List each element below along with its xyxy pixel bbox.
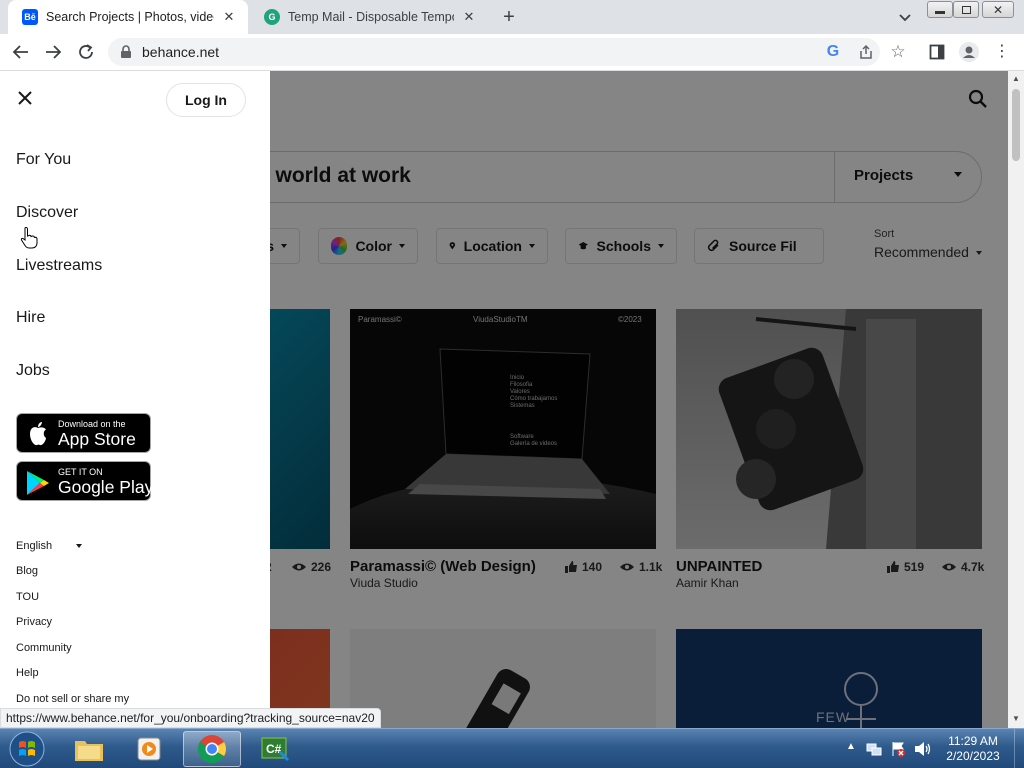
windows-logo-icon [9, 731, 45, 767]
taskbar-clock[interactable]: 11:29 AM 2/20/2023 [936, 734, 1010, 764]
folder-icon [75, 741, 103, 761]
bookmark-star-icon[interactable]: ☆ [887, 41, 909, 63]
csharp-icon: C# [261, 737, 290, 762]
side-panel-icon[interactable] [926, 41, 948, 63]
nav-item-jobs[interactable]: Jobs [16, 362, 50, 380]
tab-search-chevron-icon[interactable] [896, 8, 914, 26]
share-icon[interactable] [855, 41, 877, 63]
scrollbar-thumb[interactable] [1012, 89, 1020, 161]
tab-strip: Bē Search Projects | Photos, videos, l ✕… [0, 0, 1024, 34]
close-tab-icon[interactable]: ✕ [460, 8, 478, 26]
behance-favicon-icon: Bē [22, 9, 38, 25]
navigation-drawer: Log In For You Discover Livestreams Hire… [0, 71, 270, 728]
footer-link-blog[interactable]: Blog [16, 565, 38, 577]
show-hidden-icons-icon[interactable]: ▲ [846, 741, 856, 752]
restore-button[interactable] [953, 1, 979, 18]
url-text[interactable]: behance.net [142, 44, 219, 60]
tab-temp-mail[interactable]: G Temp Mail - Disposable Tempora ✕ [250, 0, 488, 34]
nav-item-for-you[interactable]: For You [16, 151, 71, 169]
app-store-small-text: Download on the [58, 419, 126, 429]
login-button[interactable]: Log In [166, 83, 246, 117]
nav-item-hire[interactable]: Hire [16, 309, 45, 327]
google-play-big-text: Google Play [58, 477, 154, 497]
close-tab-icon[interactable]: ✕ [220, 8, 238, 26]
chevron-down-icon[interactable] [76, 544, 82, 548]
apple-icon [30, 422, 46, 446]
start-button[interactable] [7, 731, 47, 767]
footer-link-do-not-sell[interactable]: Do not sell or share my [16, 693, 129, 705]
google-play-small-text: GET IT ON [58, 467, 103, 477]
browser-toolbar: behance.net G ☆ ⋮ [0, 34, 1024, 71]
profile-avatar-icon[interactable] [958, 41, 980, 63]
footer-link-privacy[interactable]: Privacy [16, 616, 52, 628]
volume-icon[interactable] [914, 741, 932, 757]
footer-link-help[interactable]: Help [16, 667, 39, 679]
scroll-up-arrow-icon[interactable]: ▲ [1011, 74, 1021, 84]
new-tab-button[interactable]: + [498, 6, 520, 28]
close-icon[interactable] [14, 87, 36, 109]
show-desktop-button[interactable] [1014, 729, 1024, 768]
taskbar-file-explorer[interactable] [60, 731, 118, 767]
google-icon[interactable]: G [822, 41, 844, 63]
taskbar-chrome[interactable] [183, 731, 241, 767]
address-bar[interactable]: behance.net [108, 38, 880, 66]
tab-behance[interactable]: Bē Search Projects | Photos, videos, l ✕ [8, 0, 248, 34]
hand-cursor-icon [20, 227, 38, 249]
action-center-flag-icon[interactable] [890, 741, 906, 757]
google-play-icon [27, 471, 49, 495]
tab-title: Temp Mail - Disposable Tempora [288, 10, 454, 24]
clock-date: 2/20/2023 [946, 749, 1000, 763]
clock-time: 11:29 AM [948, 734, 998, 748]
media-player-icon [137, 737, 161, 761]
forward-arrow-icon[interactable] [42, 41, 64, 63]
scroll-down-arrow-icon[interactable]: ▼ [1011, 714, 1021, 724]
minimize-button[interactable] [927, 1, 953, 18]
temp-mail-favicon-icon: G [264, 9, 280, 25]
google-play-badge[interactable]: GET IT ON Google Play [16, 461, 154, 501]
reload-icon[interactable] [75, 41, 97, 63]
close-window-button[interactable]: ✕ [982, 1, 1014, 18]
more-menu-icon[interactable]: ⋮ [991, 41, 1013, 63]
app-store-big-text: App Store [58, 429, 136, 449]
footer-link-community[interactable]: Community [16, 642, 72, 654]
taskbar-csharp[interactable]: C# [246, 731, 304, 767]
link-status-bar: https://www.behance.net/for_you/onboardi… [0, 708, 381, 728]
language-selector[interactable]: English [16, 540, 52, 552]
taskbar-media-player[interactable] [120, 731, 178, 767]
lock-icon[interactable] [120, 45, 132, 59]
app-store-badge[interactable]: Download on the App Store [16, 413, 151, 453]
chrome-icon [198, 735, 226, 763]
footer-link-tou[interactable]: TOU [16, 591, 39, 603]
windows-taskbar: C# ▲ 11:29 AM 2/20/2023 [0, 728, 1024, 768]
page-scrollbar[interactable]: ▲ ▼ [1008, 71, 1024, 728]
svg-text:C#: C# [266, 742, 282, 756]
tab-title: Search Projects | Photos, videos, l [46, 10, 214, 24]
nav-item-livestreams[interactable]: Livestreams [16, 257, 102, 275]
back-arrow-icon[interactable] [10, 41, 32, 63]
nav-item-discover[interactable]: Discover [16, 204, 78, 222]
behance-page: e world at work Projects s Color Locatio… [0, 71, 1008, 728]
network-icon[interactable] [866, 741, 882, 757]
